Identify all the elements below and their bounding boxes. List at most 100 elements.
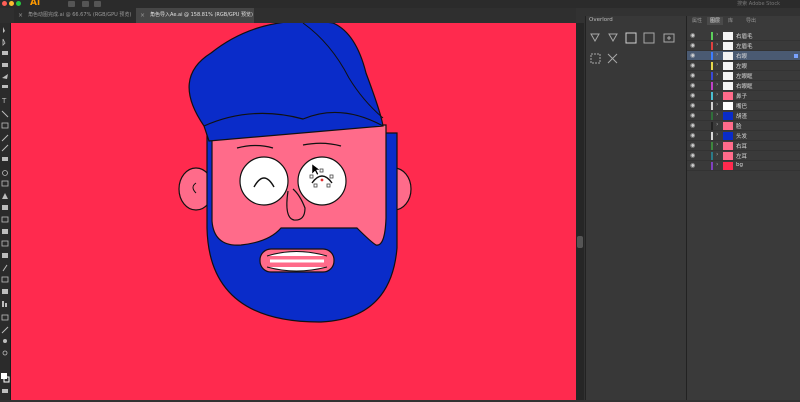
vertical-scrollbar[interactable]: [576, 23, 584, 400]
chevron-right-icon[interactable]: ›: [716, 111, 718, 118]
tab-libraries[interactable]: 库: [725, 17, 736, 25]
chevron-right-icon[interactable]: ›: [716, 81, 718, 88]
eye-icon[interactable]: ◉: [690, 52, 695, 59]
chevron-right-icon[interactable]: ›: [716, 101, 718, 108]
layer-color-indicator: [711, 152, 713, 160]
stock-search[interactable]: 搜索 Adobe Stock: [737, 0, 780, 7]
layer-row[interactable]: ◉ › 鼻子: [687, 91, 800, 101]
layer-row[interactable]: ◉ › 右眼眶: [687, 81, 800, 91]
workspace-icon[interactable]: [94, 1, 101, 7]
artboard-canvas[interactable]: [11, 23, 576, 400]
tab-label: 角色动图完成.ai @ 66.67% (RGB/GPU 预览): [28, 12, 132, 18]
eye-icon[interactable]: ◉: [690, 102, 695, 109]
eraser-tool-icon: [2, 157, 8, 161]
layer-row[interactable]: ◉ › 右耳: [687, 141, 800, 151]
eye-icon[interactable]: ◉: [690, 42, 695, 49]
layer-row[interactable]: ◉ › 左眼: [687, 61, 800, 71]
layer-row[interactable]: ◉ › 左耳: [687, 151, 800, 161]
layer-thumbnail: [723, 132, 733, 140]
chevron-right-icon[interactable]: ›: [716, 41, 718, 48]
tab-export[interactable]: 导出: [743, 17, 759, 25]
arrange-icon[interactable]: [82, 1, 89, 7]
tools-panel: T: [0, 23, 11, 400]
layer-name: 胡渣: [736, 114, 748, 120]
eye-icon[interactable]: ◉: [690, 82, 695, 89]
layer-row[interactable]: ◉ › 脸: [687, 121, 800, 131]
layer-color-indicator: [711, 142, 713, 150]
close-icon[interactable]: ×: [18, 8, 23, 23]
draw-mode-icon: [2, 389, 8, 393]
home-icon[interactable]: [68, 1, 75, 7]
app-bar: Ai 搜索 Adobe Stock: [0, 0, 800, 8]
layer-color-indicator: [711, 162, 713, 170]
row-divider: [687, 170, 800, 171]
eye-icon[interactable]: ◉: [690, 132, 695, 139]
layer-thumbnail: [723, 72, 733, 80]
layer-row[interactable]: ◉ › bg: [687, 161, 800, 171]
minimize-window-button[interactable]: [9, 1, 14, 6]
tab-document-1[interactable]: × 角色动图完成.ai @ 66.67% (RGB/GPU 预览): [14, 8, 144, 23]
eye-icon[interactable]: ◉: [690, 142, 695, 149]
layer-thumbnail: [723, 82, 733, 90]
selection-indicator[interactable]: [794, 54, 798, 58]
close-icon[interactable]: ×: [140, 8, 145, 23]
close-window-button[interactable]: [2, 1, 7, 6]
lasso-tool-icon: [2, 63, 8, 67]
pencil-tool-icon: [1, 144, 9, 152]
eye-icon[interactable]: ◉: [690, 32, 695, 39]
blend-tool-icon: [1, 276, 9, 283]
eye-icon[interactable]: ◉: [690, 72, 695, 79]
perspective-grid-icon: [2, 229, 8, 234]
overlord-toolbar[interactable]: [589, 32, 684, 72]
chevron-right-icon[interactable]: ›: [716, 121, 718, 128]
artboard-tool-icon: [1, 314, 9, 321]
layer-name: 鼻子: [736, 94, 748, 100]
layer-thumbnail: [723, 122, 733, 130]
layer-name: 右眼眶: [736, 84, 753, 90]
layer-row[interactable]: ◉ › 嘴巴: [687, 101, 800, 111]
eyedropper-icon: [2, 264, 8, 272]
eye-icon[interactable]: ◉: [690, 162, 695, 169]
app-logo: Ai: [30, 0, 41, 8]
symbol-sprayer-icon: [2, 289, 8, 294]
layer-color-indicator: [711, 72, 713, 80]
eye-icon[interactable]: ◉: [690, 122, 695, 129]
layer-row[interactable]: ◉ › 右眼: [687, 51, 800, 61]
overlord-title: Overlord: [589, 17, 613, 23]
layer-row[interactable]: ◉ › 左眉毛: [687, 41, 800, 51]
chevron-right-icon[interactable]: ›: [716, 131, 718, 138]
eye-icon[interactable]: ◉: [690, 112, 695, 119]
eye-icon[interactable]: ◉: [690, 62, 695, 69]
chevron-right-icon[interactable]: ›: [716, 151, 718, 158]
tab-properties[interactable]: 属性: [689, 17, 705, 25]
chevron-right-icon[interactable]: ›: [716, 91, 718, 98]
zoom-tool-icon: [2, 350, 8, 356]
tab-document-2[interactable]: × 角色导入Ae.ai @ 158.81% (RGB/GPU 预览): [136, 8, 254, 23]
layer-name: 右耳: [736, 144, 748, 150]
tool-icons[interactable]: T: [0, 23, 10, 400]
layer-thumbnail: [723, 112, 733, 120]
type-tool-icon: T: [1, 97, 7, 105]
layer-thumbnail: [723, 62, 733, 70]
layer-name: 脸: [736, 124, 742, 130]
layer-name: 右眉毛: [736, 34, 753, 40]
chevron-right-icon[interactable]: ›: [716, 31, 718, 38]
chevron-right-icon[interactable]: ›: [716, 141, 718, 148]
eye-icon[interactable]: ◉: [690, 92, 695, 99]
chevron-right-icon[interactable]: ›: [716, 161, 718, 168]
layer-row[interactable]: ◉ › 右眉毛: [687, 31, 800, 41]
tab-layers[interactable]: 图层: [707, 17, 724, 25]
chevron-right-icon[interactable]: ›: [716, 71, 718, 78]
layer-row[interactable]: ◉ › 胡渣: [687, 111, 800, 121]
scrollbar-thumb[interactable]: [577, 236, 583, 248]
layer-row[interactable]: ◉ › 头发: [687, 131, 800, 141]
zoom-window-button[interactable]: [16, 1, 21, 6]
layer-row[interactable]: ◉ › 左眼眶: [687, 71, 800, 81]
chevron-right-icon[interactable]: ›: [716, 61, 718, 68]
free-transform-icon: [2, 205, 8, 210]
hand-tool-icon: [3, 339, 7, 343]
layer-color-indicator: [711, 92, 713, 100]
eye-icon[interactable]: ◉: [690, 152, 695, 159]
chevron-right-icon[interactable]: ›: [716, 51, 718, 58]
push-to-ae-icon: [590, 33, 600, 43]
